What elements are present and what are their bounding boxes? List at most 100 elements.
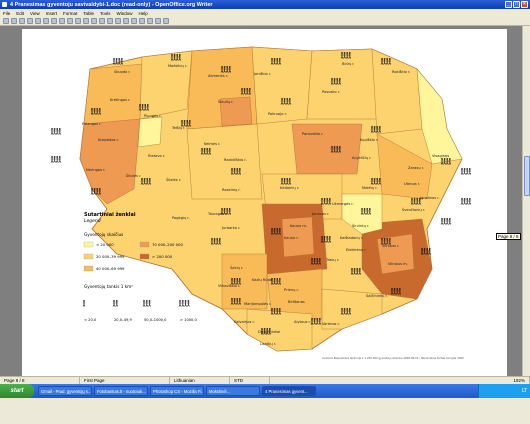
region-label: Šilalės r. <box>166 177 181 182</box>
task-fotobankas[interactable]: Fotobankas.lt - nuotrauk... <box>94 386 148 396</box>
region-label: Šilutės r. <box>126 173 141 178</box>
autospell-icon[interactable] <box>75 18 81 24</box>
pdf-icon[interactable] <box>43 18 49 24</box>
region-rietavas <box>137 116 163 148</box>
legend-label-1: < 20 000 <box>96 242 114 247</box>
menu-help[interactable]: Help <box>139 11 148 16</box>
window-titlebar: 4 Pranesimas gyventoju savivaldybi-1.doc… <box>0 0 530 9</box>
legend-label-4: > 200 000 <box>152 254 173 259</box>
menu-table[interactable]: Table <box>83 11 94 16</box>
tray-language[interactable]: LT <box>522 388 527 394</box>
region-label: Vilniaus r. <box>382 244 399 248</box>
region-label: Utenos r. <box>404 182 420 186</box>
new-doc-icon[interactable] <box>3 18 9 24</box>
close-button[interactable]: × <box>521 1 528 8</box>
task-gmail[interactable]: Gmail - Prad. gyventojų s... <box>38 386 92 396</box>
density-label-1: < 20,0 <box>84 318 97 322</box>
legend-label-5: 40 000–69 999 <box>96 266 125 271</box>
table-icon[interactable] <box>131 18 137 24</box>
region-label: Radviliškio r. <box>224 158 247 162</box>
print-icon[interactable] <box>51 18 57 24</box>
menu-view[interactable]: View <box>30 11 40 16</box>
region-label: Lazdijų r. <box>260 342 276 346</box>
zoom-icon[interactable] <box>155 18 161 24</box>
page-tooltip: Page 8 / 8 <box>496 233 521 240</box>
region-label: Vilniaus m. <box>388 262 408 266</box>
system-tray: LT <box>478 384 530 398</box>
bottom-strip <box>0 398 530 424</box>
task-writer[interactable]: 4 Pranesimas gyvent... <box>262 386 316 396</box>
spellcheck-icon[interactable] <box>67 18 73 24</box>
scroll-thumb[interactable] <box>524 156 530 196</box>
region-label: Varėnos r. <box>322 322 340 326</box>
people-icon <box>460 168 472 175</box>
status-language: Lithuanian <box>170 377 230 384</box>
legend-title: Sutartiniai ženklai <box>84 211 136 218</box>
legend-density-icons <box>82 300 190 307</box>
maximize-button[interactable]: □ <box>513 1 520 8</box>
menu-format[interactable]: Format <box>63 11 77 16</box>
density-legend-icon <box>112 300 119 307</box>
region-label: Marijampolės r. <box>244 302 271 306</box>
legend-swatch-3 <box>83 253 94 260</box>
region-label: Šakių r. <box>230 265 243 270</box>
vertical-scrollbar[interactable] <box>522 26 530 376</box>
region-label: Ignalinos r. <box>420 196 440 200</box>
region-label: Zarasų r. <box>408 166 424 170</box>
menu-window[interactable]: Window <box>117 11 133 16</box>
chart-icon[interactable] <box>139 18 145 24</box>
help-icon[interactable] <box>163 18 169 24</box>
cut-icon[interactable] <box>83 18 89 24</box>
region-label: Šiaulių r. <box>218 99 233 104</box>
hyperlink-icon[interactable] <box>123 18 129 24</box>
copy-icon[interactable] <box>91 18 97 24</box>
open-icon[interactable] <box>11 18 17 24</box>
menu-bar: File Edit View Insert Format Table Tools… <box>0 9 530 17</box>
save-icon[interactable] <box>19 18 25 24</box>
status-page: Page 8 / 8 <box>0 377 80 384</box>
legend-subtitle: Legend <box>84 218 101 224</box>
legend-swatch-4 <box>139 253 150 260</box>
email-icon[interactable] <box>27 18 33 24</box>
menu-edit[interactable]: Edit <box>16 11 24 16</box>
undo-icon[interactable] <box>107 18 113 24</box>
menu-tools[interactable]: Tools <box>100 11 111 16</box>
map-source-note: Lietuvos Respublikos teritorija ir 1:250… <box>322 356 464 360</box>
preview-icon[interactable] <box>59 18 65 24</box>
menu-insert[interactable]: Insert <box>46 11 57 16</box>
navigator-icon[interactable] <box>147 18 153 24</box>
legend-label-2: 70 000–200 000 <box>152 242 183 247</box>
region-label: Kalvarijos r. <box>234 320 255 324</box>
region-rokiskis-kupiskis <box>371 48 423 135</box>
region-label: Palangos r. <box>82 122 101 126</box>
region-label: Alytaus r. <box>294 320 311 324</box>
region-label: Šalčininkų r. <box>366 293 388 298</box>
paste-icon[interactable] <box>99 18 105 24</box>
region-label: Birštonas <box>288 300 305 304</box>
region-label: Jonavos r. <box>311 212 329 216</box>
density-label-4: > 1000,0 <box>180 318 197 322</box>
region-label: Anykščių r. <box>352 156 372 160</box>
density-legend-icon <box>142 300 151 307</box>
edit-icon[interactable] <box>35 18 41 24</box>
task-moksline[interactable]: Mokslinėl... <box>206 386 260 396</box>
status-zoom[interactable]: 192% <box>509 377 530 384</box>
taskbar: start Gmail - Prad. gyventojų s... Fotob… <box>0 384 530 398</box>
region-label: Pagėgių r. <box>172 216 190 220</box>
document-area: Skuodo r. Mažeikių r. Akmenės r. Joniškio r… <box>0 26 522 376</box>
region-label: Panevėžio r. <box>302 132 324 136</box>
app-icon <box>2 2 7 7</box>
density-legend-icon <box>82 300 86 307</box>
region-label: Kazlų Rūda <box>252 278 272 282</box>
redo-icon[interactable] <box>115 18 121 24</box>
region-label: Prienų r. <box>284 288 299 292</box>
region-klaipeda-kretinga <box>83 63 143 130</box>
start-button[interactable]: start <box>0 384 34 398</box>
region-label: Kaišiadorių r. <box>340 236 363 240</box>
status-bar: Page 8 / 8 First Page Lithuanian STD 192… <box>0 376 530 384</box>
legend-swatch-1 <box>83 241 94 248</box>
density-heading: Gyventojų tankis 1 km² <box>84 284 133 289</box>
menu-file[interactable]: File <box>3 11 10 16</box>
task-photoshop[interactable]: Photoshop CS - Mozilla Fi... <box>150 386 204 396</box>
minimize-button[interactable]: _ <box>505 1 512 8</box>
